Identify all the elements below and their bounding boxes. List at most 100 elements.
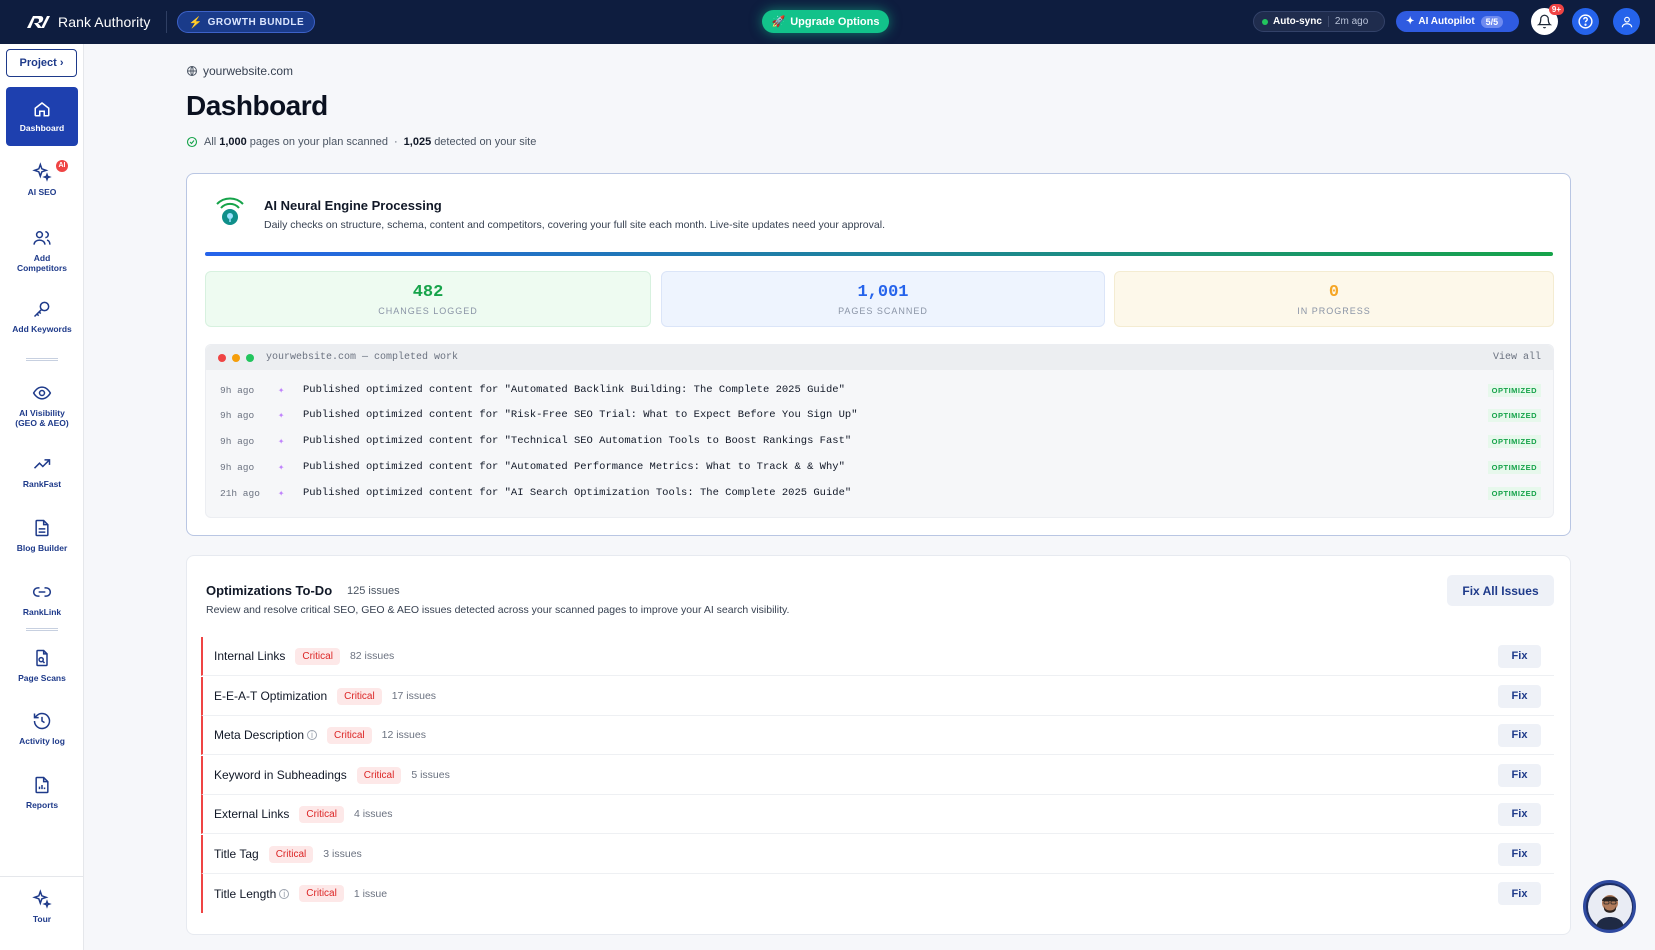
sidebar-item-add-keywords[interactable]: Add Keywords (0, 299, 84, 334)
sidebar-item-activity-log[interactable]: Activity log (0, 711, 84, 746)
sidebar-item-page-scans[interactable]: Page Scans (0, 648, 84, 683)
autosync-label: Auto-sync (1273, 16, 1322, 27)
issue-count: 5 issues (411, 769, 450, 781)
sidebar-item-tour[interactable]: Tour (0, 889, 84, 924)
notifications-button[interactable]: 9+ (1531, 4, 1564, 35)
stat-value: 1,001 (857, 282, 909, 302)
sparkle-icon: ✦ (1406, 16, 1415, 27)
log-time: 9h ago (220, 384, 255, 396)
sidebar-item-label: Tour (32, 914, 52, 924)
sidebar-item-ai-seo[interactable]: AI AI SEO (0, 160, 84, 197)
project-selector[interactable]: Project › (6, 49, 77, 77)
brand-name: Rank Authority (58, 14, 151, 30)
log-time: 9h ago (220, 461, 255, 473)
ai-autopilot-button[interactable]: ✦ AI Autopilot 5/5 (1396, 11, 1519, 32)
brand-logo[interactable]: Rank Authority (26, 14, 150, 30)
log-title: yourwebsite.com — completed work (266, 352, 459, 363)
sparkle-icon: ✦ (278, 435, 285, 448)
signal-pin-icon (216, 197, 244, 225)
sidebar-item-dashboard[interactable]: Dashboard (6, 87, 78, 146)
sidebar-divider (26, 358, 58, 361)
user-icon (1621, 16, 1632, 27)
ai-badge: AI (56, 160, 68, 172)
topbar-divider (166, 11, 168, 33)
sidebar-item-ranklink[interactable]: RankLink (0, 582, 84, 617)
site-domain-text: yourwebsite.com (203, 64, 294, 78)
log-header: yourwebsite.com — completed work View al… (206, 345, 1553, 370)
info-icon[interactable]: i (279, 888, 290, 899)
issue-row-keyword-subheadings[interactable]: Keyword in Subheadings Critical 5 issues… (201, 756, 1554, 795)
issue-row-eeat[interactable]: E-E-A-T Optimization Critical 17 issues … (201, 677, 1554, 716)
issue-row-title-length[interactable]: Title Length i Critical 1 issue Fix (201, 874, 1554, 913)
severity-badge: Critical (299, 805, 344, 823)
sidebar-item-label: Add Competitors (16, 253, 68, 273)
rocket-icon: 🚀 (771, 16, 786, 28)
support-chat-avatar[interactable] (1583, 880, 1636, 933)
stat-label: IN PROGRESS (1297, 305, 1371, 316)
site-domain[interactable]: yourwebsite.com (186, 64, 293, 78)
severity-badge: Critical (295, 647, 340, 665)
issue-total-count: 125 issues (347, 585, 400, 597)
issue-count: 4 issues (353, 808, 393, 820)
autosync-status[interactable]: Auto-sync 2m ago (1253, 11, 1385, 32)
stat-pages-scanned: 1,001 PAGES SCANNED (661, 271, 1105, 327)
autosync-time: 2m ago (1327, 16, 1368, 27)
fix-button[interactable]: Fix (1498, 684, 1541, 708)
fix-button[interactable]: Fix (1498, 802, 1541, 826)
fix-button[interactable]: Fix (1498, 882, 1541, 905)
sidebar-item-reports[interactable]: Reports (0, 775, 84, 810)
issue-row-title-tag[interactable]: Title Tag Critical 3 issues Fix (201, 835, 1554, 874)
log-row: 9h ago ✦ Published optimized content for… (206, 404, 1555, 426)
page-scan-icon (36, 649, 48, 667)
severity-badge: Critical (268, 845, 314, 863)
stat-in-progress: 0 IN PROGRESS (1114, 271, 1554, 327)
summary-separator: · (393, 136, 398, 148)
issue-count: 1 issue (353, 887, 388, 900)
completed-work-log: yourwebsite.com — completed work View al… (205, 344, 1554, 518)
users-icon (33, 231, 51, 245)
issue-name-text: Title Length (214, 886, 277, 901)
view-all-link[interactable]: View all (1493, 352, 1541, 363)
issue-row-internal-links[interactable]: Internal Links Critical 82 issues Fix (201, 637, 1554, 676)
sidebar-item-label: AI SEO (27, 187, 57, 197)
rank-authority-logo-icon (27, 16, 50, 28)
log-row: 9h ago ✦ Published optimized content for… (206, 379, 1555, 401)
window-dot-green (246, 353, 254, 362)
sidebar-item-add-competitors[interactable]: Add Competitors (0, 228, 84, 273)
issue-row-meta-description[interactable]: Meta Description i Critical 12 issues Fix (201, 716, 1554, 755)
user-menu-button[interactable] (1613, 8, 1640, 35)
issue-name: Title Length i (214, 886, 290, 901)
help-button[interactable] (1572, 8, 1599, 35)
sidebar-footer-divider (0, 876, 84, 877)
sidebar-item-ai-visibility[interactable]: AI Visibility (GEO & AEO) (0, 383, 84, 428)
issue-name-text: Meta Description (214, 728, 305, 742)
key-icon (33, 301, 50, 318)
log-message: Published optimized content for "AI Sear… (303, 487, 852, 499)
sparkle-icon: ✦ (278, 487, 285, 500)
issue-count: 17 issues (391, 690, 437, 702)
status-badge: OPTIMIZED (1487, 434, 1541, 448)
issue-name: Meta Description i (214, 728, 318, 742)
status-dot (1262, 18, 1268, 25)
fix-button[interactable]: Fix (1498, 723, 1541, 747)
upgrade-button[interactable]: 🚀 Upgrade Options (762, 10, 889, 33)
summary-end: detected on your site (434, 136, 537, 148)
autopilot-label: AI Autopilot (1418, 16, 1475, 27)
fix-button[interactable]: Fix (1498, 763, 1541, 787)
issue-name: E-E-A-T Optimization (214, 689, 328, 703)
fix-button[interactable]: Fix (1498, 644, 1541, 668)
history-icon (33, 712, 51, 730)
fix-button[interactable]: Fix (1498, 842, 1541, 866)
section-title: Optimizations To-Do (206, 583, 333, 598)
sidebar-item-rankfast[interactable]: RankFast (0, 454, 84, 489)
fix-all-button[interactable]: Fix All Issues (1447, 575, 1554, 606)
plan-badge[interactable]: ⚡ GROWTH BUNDLE (177, 11, 316, 33)
plan-badge-label: GROWTH BUNDLE (207, 16, 305, 28)
scan-summary: All 1,000 pages on your plan scanned · 1… (186, 136, 536, 148)
sidebar-item-blog-builder[interactable]: Blog Builder (0, 518, 84, 553)
log-time: 9h ago (220, 435, 255, 447)
ai-engine-card: AI Neural Engine Processing Daily checks… (186, 173, 1571, 536)
issue-row-external-links[interactable]: External Links Critical 4 issues Fix (201, 795, 1554, 834)
info-icon[interactable]: i (307, 730, 318, 740)
status-badge: OPTIMIZED (1487, 383, 1541, 397)
